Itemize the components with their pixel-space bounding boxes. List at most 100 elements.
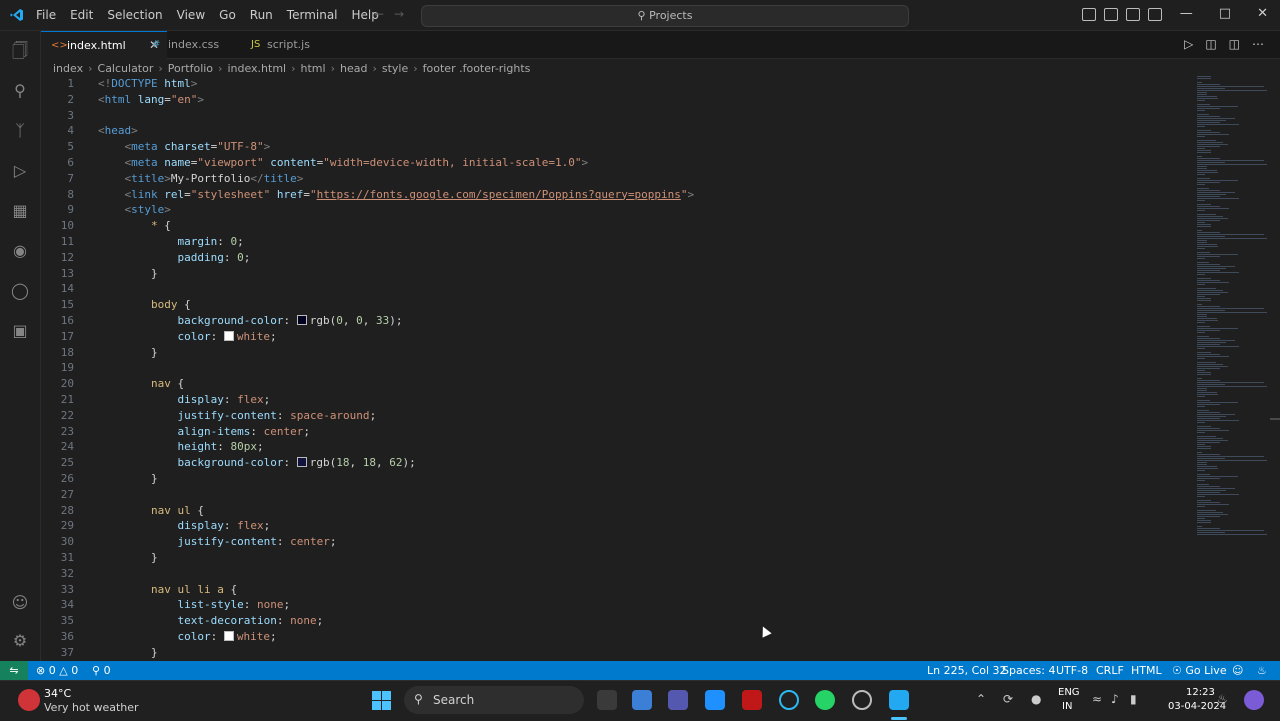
cursor-position[interactable]: Ln 225, Col 32 [927, 661, 1007, 680]
volume-icon[interactable]: ♪ [1111, 692, 1119, 706]
code-line[interactable]: 23 align-items: center; [41, 424, 1191, 440]
code-line[interactable]: 19 [41, 360, 1191, 376]
color-swatch[interactable] [223, 330, 234, 341]
toggle-panel-icon[interactable] [1104, 8, 1118, 21]
maximize-icon[interactable]: □ [1219, 6, 1231, 21]
code-line[interactable]: 25 background-color: rgb(18, 18, 62); [41, 455, 1191, 471]
menu-item-terminal[interactable]: Terminal [287, 8, 338, 22]
run-icon[interactable]: ▷ [1184, 37, 1193, 51]
color-swatch[interactable] [296, 457, 307, 468]
code-line[interactable]: 35 text-decoration: none; [41, 613, 1191, 629]
breadcrumb-item[interactable]: Portfolio [168, 62, 213, 75]
remote-indicator-icon[interactable]: ⇋ [0, 661, 28, 680]
github-icon[interactable]: ◯ [10, 281, 30, 301]
teams-icon[interactable] [668, 690, 688, 710]
menu-item-file[interactable]: File [36, 8, 56, 22]
weather-temp[interactable]: 34°C [44, 687, 71, 700]
remote-explorer-icon[interactable]: ▣ [10, 321, 30, 341]
code-line[interactable]: 16 background-color: rgb(0, 0, 33); [41, 313, 1191, 329]
extensions-icon[interactable]: ▦ [10, 201, 30, 221]
code-line[interactable]: 6 <meta name="viewport" content="width=d… [41, 155, 1191, 171]
python-icon[interactable]: ◉ [10, 241, 30, 261]
menu-item-run[interactable]: Run [250, 8, 273, 22]
menu-item-go[interactable]: Go [219, 8, 236, 22]
code-line[interactable]: 5 <meta charset="UTF-8"> [41, 139, 1191, 155]
tab-script-js[interactable]: JS script.js [241, 31, 357, 58]
sync-icon[interactable]: ⟳ [1003, 692, 1013, 706]
toggle-secondary-sidebar-icon[interactable] [1126, 8, 1140, 21]
code-line[interactable]: 31 } [41, 550, 1191, 566]
code-line[interactable]: 4 <head> [41, 123, 1191, 139]
code-line[interactable]: 9 <style> [41, 202, 1191, 218]
encoding[interactable]: UTF-8 [1056, 661, 1088, 680]
copilot-taskbar-icon[interactable] [1244, 690, 1264, 710]
more-actions-icon[interactable]: ⋯ [1252, 37, 1264, 51]
code-line[interactable]: 30 justify-content: center; [41, 534, 1191, 550]
color-swatch[interactable] [223, 631, 234, 641]
code-line[interactable]: 21 display: flex; [41, 392, 1191, 408]
chrome-icon[interactable] [852, 690, 872, 710]
region-indicator[interactable]: IN [1062, 701, 1072, 712]
search-icon[interactable]: ⚲ [10, 81, 30, 101]
code-line[interactable]: 24 height: 80px; [41, 439, 1191, 455]
code-line[interactable]: 1 <!DOCTYPE html> [41, 76, 1191, 92]
explorer-icon[interactable]: 🗍 [10, 41, 30, 61]
split-editor-icon[interactable]: ◫ [1229, 37, 1240, 51]
menu-item-view[interactable]: View [177, 8, 205, 22]
weather-text[interactable]: Very hot weather [44, 701, 139, 714]
code-line[interactable]: 7 <title>My-Portfolio</title> [41, 171, 1191, 187]
clock-time[interactable]: 12:23 [1186, 687, 1215, 698]
source-control-icon[interactable]: ᛉ [10, 121, 30, 141]
toggle-primary-sidebar-icon[interactable] [1082, 8, 1096, 21]
code-line[interactable]: 11 margin: 0; [41, 234, 1191, 250]
code-line[interactable]: 29 display: flex; [41, 518, 1191, 534]
code-line[interactable]: 34 list-style: none; [41, 597, 1191, 613]
copilot-icon[interactable]: ☺ [1232, 661, 1243, 680]
code-line[interactable]: 22 justify-content: space-around; [41, 408, 1191, 424]
code-line[interactable]: 17 color: white; [41, 329, 1191, 345]
prime-video-icon[interactable] [632, 690, 652, 710]
breadcrumb-item[interactable]: Calculator [98, 62, 154, 75]
code-line[interactable]: 3 [41, 108, 1191, 124]
run-debug-icon[interactable]: ▷ [10, 161, 30, 181]
go-live-button[interactable]: ☉ Go Live [1172, 661, 1227, 680]
mcafee-icon[interactable] [742, 690, 762, 710]
gear-icon[interactable]: ⚙ [10, 631, 30, 651]
command-center[interactable]: ⚲ Projects [421, 5, 909, 27]
code-line[interactable]: 36 color: white; [41, 629, 1191, 645]
code-line[interactable]: 37 } [41, 645, 1191, 660]
code-line[interactable]: 13 } [41, 266, 1191, 282]
minimap[interactable] [1191, 76, 1269, 546]
problems-indicator[interactable]: ⊗ 0 △ 0 [36, 661, 78, 680]
code-line[interactable]: 27 [41, 487, 1191, 503]
breadcrumb-item[interactable]: index.html [227, 62, 286, 75]
breadcrumb-item[interactable]: footer .footer-rights [423, 62, 531, 75]
menu-item-edit[interactable]: Edit [70, 8, 93, 22]
ports-indicator[interactable]: ⚲ 0 [92, 661, 111, 680]
notifications-icon[interactable]: ♨ [1257, 661, 1267, 680]
line-ending[interactable]: CRLF [1096, 661, 1124, 680]
task-view-icon[interactable] [597, 690, 617, 710]
code-line[interactable]: 2 <html lang="en"> [41, 92, 1191, 108]
chevron-up-icon[interactable]: ⌃ [976, 692, 986, 706]
wifi-icon[interactable]: ≈ [1092, 692, 1102, 706]
breadcrumb-item[interactable]: style [382, 62, 408, 75]
scrollbar-thumb[interactable] [1270, 418, 1280, 420]
windows-start-icon[interactable] [372, 691, 392, 711]
close-window-icon[interactable]: ✕ [1257, 6, 1268, 21]
code-line[interactable]: 8 <link rel="stylesheet" href="https://f… [41, 187, 1191, 203]
battery-icon[interactable]: ▮ [1130, 692, 1137, 706]
nav-arrows[interactable]: ←→ [374, 7, 414, 21]
code-line[interactable]: 26 } [41, 471, 1191, 487]
breadcrumb-item[interactable]: html [301, 62, 326, 75]
code-line[interactable]: 28 nav ul { [41, 503, 1191, 519]
code-line[interactable]: 10 * { [41, 218, 1191, 234]
account-icon[interactable]: ☺ [10, 593, 30, 613]
code-line[interactable]: 14 [41, 281, 1191, 297]
vscode-taskbar-icon[interactable] [889, 690, 909, 710]
app-l-icon[interactable] [705, 690, 725, 710]
breadcrumb-item[interactable]: head [340, 62, 367, 75]
code-line[interactable]: 18 } [41, 345, 1191, 361]
customize-layout-icon[interactable] [1148, 8, 1162, 21]
notification-bell-icon[interactable]: ♨ [1217, 692, 1228, 706]
